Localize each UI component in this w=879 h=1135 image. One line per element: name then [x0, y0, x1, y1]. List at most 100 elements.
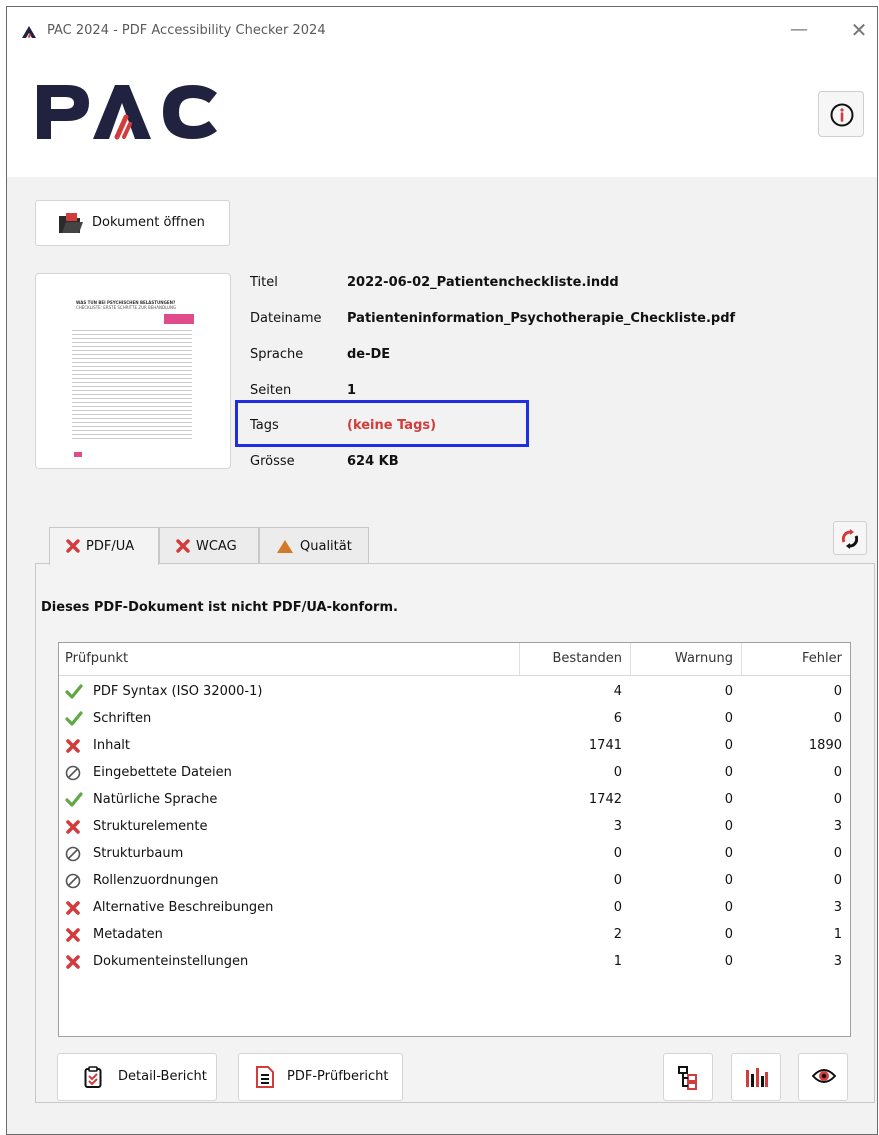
tab-pdfua[interactable]: PDF/UA — [49, 527, 159, 565]
thumbnail-logo — [74, 452, 82, 457]
thumbnail-pink-block — [164, 314, 194, 324]
header — [7, 55, 877, 177]
warnings-count: 0 — [724, 684, 733, 699]
checkpoint-name: Natürliche Sprache — [93, 792, 218, 807]
pac-app-icon — [22, 26, 36, 38]
checkpoint-name: Strukturelemente — [93, 819, 208, 834]
col-header-checkpoint[interactable]: Prüfpunkt — [59, 643, 519, 675]
passed-count: 1742 — [588, 792, 622, 807]
col-header-warnings[interactable]: Warnung — [630, 643, 741, 675]
errors-count: 0 — [833, 792, 842, 807]
tab-qualitaet[interactable]: Qualität — [259, 527, 369, 564]
close-icon[interactable]: ✕ — [847, 19, 871, 43]
meta-filename-value: Patienteninformation_Psychotherapie_Chec… — [347, 311, 736, 326]
warnings-count: 0 — [724, 873, 733, 888]
meta-filename-label: Dateiname — [250, 311, 322, 326]
checkpoint-name: Schriften — [93, 711, 152, 726]
warnings-count: 0 — [724, 738, 733, 753]
errors-count: 0 — [833, 711, 842, 726]
pdf-report-button[interactable]: PDF-Prüfbericht — [238, 1053, 403, 1101]
statistics-button[interactable] — [731, 1053, 781, 1101]
passed-count: 2 — [613, 927, 622, 942]
table-row[interactable]: Rollenzuordnungen 0 0 0 — [59, 868, 850, 895]
table-row[interactable]: Schriften 6 0 0 — [59, 706, 850, 733]
checkpoint-name: Dokumenteinstellungen — [93, 954, 249, 969]
col-header-errors[interactable]: Fehler — [741, 643, 850, 675]
errors-count: 0 — [833, 684, 842, 699]
errors-count: 3 — [833, 900, 842, 915]
detail-report-button[interactable]: Detail-Bericht — [57, 1053, 217, 1101]
tab-wcag-label: WCAG — [196, 539, 237, 554]
refresh-button[interactable] — [833, 521, 867, 555]
detail-report-label: Detail-Bericht — [118, 1069, 207, 1084]
checkpoint-name: Eingebettete Dateien — [93, 765, 232, 780]
x-icon — [65, 954, 81, 974]
results-table: Prüfpunkt Bestanden Warnung Fehler PDF S… — [58, 642, 851, 1037]
x-icon — [66, 539, 80, 553]
col-header-passed[interactable]: Bestanden — [519, 643, 630, 675]
passed-count: 0 — [613, 873, 622, 888]
errors-count: 0 — [833, 765, 842, 780]
conformance-summary: Dieses PDF-Dokument ist nicht PDF/UA-kon… — [41, 600, 398, 615]
errors-count: 3 — [833, 819, 842, 834]
table-row[interactable]: Natürliche Sprache 1742 0 0 — [59, 787, 850, 814]
table-row[interactable]: Strukturelemente 3 0 3 — [59, 814, 850, 841]
warnings-count: 0 — [724, 927, 733, 942]
open-document-label: Dokument öffnen — [92, 215, 205, 230]
errors-count: 0 — [833, 873, 842, 888]
eye-icon — [812, 1069, 836, 1083]
checkpoint-name: Inhalt — [93, 738, 130, 753]
table-row[interactable]: Strukturbaum 0 0 0 — [59, 841, 850, 868]
meta-pages-label: Seiten — [250, 383, 292, 398]
meta-language-label: Sprache — [250, 347, 304, 362]
not-applicable-icon — [65, 846, 81, 866]
preview-button[interactable] — [798, 1053, 848, 1101]
minimize-icon[interactable]: — — [787, 19, 811, 43]
passed-count: 1741 — [588, 738, 622, 753]
tab-pdfua-label: PDF/UA — [86, 539, 135, 554]
checkpoint-name: Metadaten — [93, 927, 163, 942]
warnings-count: 0 — [724, 954, 733, 969]
check-icon — [65, 711, 83, 731]
warnings-count: 0 — [724, 792, 733, 807]
tab-qualitaet-label: Qualität — [300, 539, 352, 554]
meta-size-value: 624 KB — [347, 454, 399, 469]
errors-count: 0 — [833, 846, 842, 861]
table-row[interactable]: PDF Syntax (ISO 32000-1) 4 0 0 — [59, 679, 850, 706]
info-button[interactable] — [818, 91, 864, 137]
checkpoint-name: PDF Syntax (ISO 32000-1) — [93, 684, 263, 699]
x-icon — [65, 819, 81, 839]
checkpoint-name: Alternative Beschreibungen — [93, 900, 274, 915]
table-row[interactable]: Metadaten 2 0 1 — [59, 922, 850, 949]
not-applicable-icon — [65, 873, 81, 893]
check-icon — [65, 684, 83, 704]
table-row[interactable]: Dokumenteinstellungen 1 0 3 — [59, 949, 850, 976]
checkpoint-name: Rollenzuordnungen — [93, 873, 219, 888]
meta-size-label: Grösse — [250, 454, 295, 469]
meta-title-value: 2022-06-02_Patientencheckliste.indd — [347, 275, 619, 290]
structure-tree-icon — [678, 1066, 697, 1090]
tab-wcag[interactable]: WCAG — [159, 527, 259, 564]
warnings-count: 0 — [724, 711, 733, 726]
meta-language-value: de-DE — [347, 347, 391, 362]
table-row[interactable]: Eingebettete Dateien 0 0 0 — [59, 760, 850, 787]
thumbnail-text-lines — [72, 330, 192, 440]
errors-count: 1 — [833, 927, 842, 942]
errors-count: 1890 — [808, 738, 842, 753]
pdf-report-label: PDF-Prüfbericht — [287, 1069, 389, 1084]
clipboard-check-icon — [84, 1066, 102, 1088]
warnings-count: 0 — [724, 900, 733, 915]
warning-triangle-icon — [277, 540, 293, 553]
passed-count: 0 — [613, 846, 622, 861]
x-icon — [176, 539, 190, 553]
structure-tree-button[interactable] — [663, 1053, 713, 1101]
meta-title-label: Titel — [250, 275, 278, 290]
refresh-icon — [842, 529, 858, 549]
table-row[interactable]: Inhalt 1741 0 1890 — [59, 733, 850, 760]
folder-pdf-icon — [59, 213, 83, 233]
errors-count: 3 — [833, 954, 842, 969]
table-row[interactable]: Alternative Beschreibungen 0 0 3 — [59, 895, 850, 922]
open-document-button[interactable]: Dokument öffnen — [35, 200, 230, 246]
app-window: PAC 2024 - PDF Accessibility Checker 202… — [6, 6, 878, 1135]
meta-pages-value: 1 — [347, 383, 357, 398]
